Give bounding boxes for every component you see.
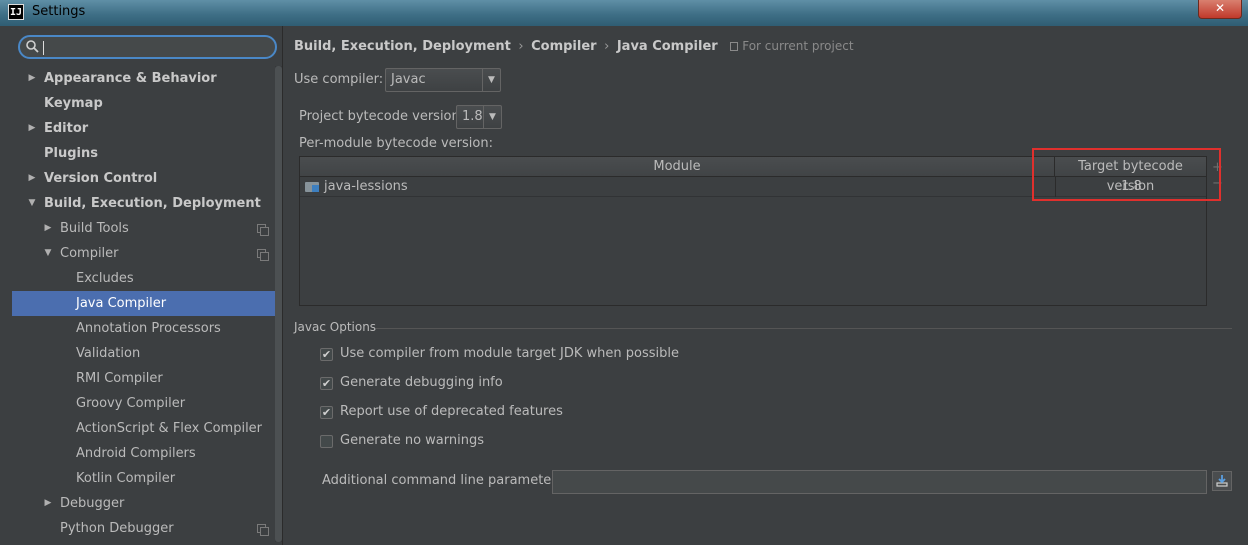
module-folder-icon [305, 182, 319, 192]
breadcrumb-compiler: Compiler [531, 39, 597, 54]
expand-arrow-icon[interactable]: ▶ [42, 491, 54, 516]
window-titlebar: IJ Settings ✕ [0, 0, 1248, 26]
breadcrumb: Build, Execution, Deployment › Compiler … [294, 39, 854, 54]
tree-item-label: Editor [44, 121, 89, 136]
checkmark-icon[interactable]: ✔ [320, 348, 333, 361]
tree-item-label: Validation [76, 346, 141, 361]
project-bytecode-value: 1.8 [462, 109, 483, 124]
tree-item-label: RMI Compiler [76, 371, 163, 386]
tree-item-label: Build, Execution, Deployment [44, 196, 261, 211]
window-close-button[interactable]: ✕ [1198, 0, 1242, 19]
per-module-label: Per-module bytecode version: [299, 136, 493, 151]
tree-item-label: ActionScript & Flex Compiler [76, 421, 263, 436]
expand-editor-button[interactable] [1212, 471, 1232, 491]
tree-item-build-tools[interactable]: ▶ Build Tools [12, 216, 275, 241]
expand-arrow-icon[interactable]: ▶ [42, 216, 54, 241]
tree-item-groovy-compiler[interactable]: Groovy Compiler [12, 391, 275, 416]
scope-label: For current project [742, 39, 854, 53]
checkbox-label: Generate no warnings [340, 433, 485, 448]
tree-item-rmi-compiler[interactable]: RMI Compiler [12, 366, 275, 391]
sidebar-scrollbar[interactable] [275, 66, 282, 542]
project-scope-icon [257, 524, 269, 536]
section-divider [376, 328, 1232, 329]
tree-item-label: Appearance & Behavior [44, 71, 217, 86]
project-scope-icon [257, 224, 269, 236]
project-bytecode-label: Project bytecode version: [299, 109, 465, 124]
collapse-arrow-icon[interactable]: ▼ [42, 241, 54, 266]
search-icon [26, 40, 39, 53]
java-compiler-panel: Build, Execution, Deployment › Compiler … [284, 26, 1248, 545]
tree-item-label: Excludes [76, 271, 134, 286]
tree-item-label: Version Control [44, 171, 158, 186]
tree-item-actionscript-flex-compiler[interactable]: ActionScript & Flex Compiler [12, 416, 275, 441]
project-scope-icon [257, 249, 269, 261]
tree-item-plugins[interactable]: Plugins [12, 141, 275, 166]
tree-item-label: Compiler [60, 246, 119, 261]
settings-search-input[interactable] [18, 35, 277, 59]
expand-icon [1216, 475, 1228, 487]
tree-item-compiler[interactable]: ▼ Compiler [12, 241, 275, 266]
scope-note: For current project [730, 39, 854, 53]
project-bytecode-select[interactable]: 1.8 ▼ [456, 105, 502, 129]
checkmark-icon[interactable]: ✔ [320, 377, 333, 390]
tree-item-annotation-processors[interactable]: Annotation Processors [12, 316, 275, 341]
tree-item-label: Annotation Processors [76, 321, 221, 336]
module-name-cell[interactable]: java-lessions [324, 177, 408, 197]
window-title: Settings [32, 4, 86, 19]
tree-item-python-debugger[interactable]: Python Debugger [12, 516, 275, 541]
tree-item-debugger[interactable]: ▶ Debugger [12, 491, 275, 516]
checkbox-label: Report use of deprecated features [340, 404, 563, 419]
text-caret [43, 41, 44, 55]
expand-arrow-icon[interactable]: ▶ [26, 166, 38, 191]
highlight-annotation-box [1032, 148, 1221, 201]
expand-arrow-icon[interactable]: ▶ [26, 66, 38, 91]
project-scope-icon [730, 42, 739, 51]
tree-item-version-control[interactable]: ▶ Version Control [12, 166, 275, 191]
expand-arrow-icon[interactable]: ▶ [26, 116, 38, 141]
tree-item-validation[interactable]: Validation [12, 341, 275, 366]
breadcrumb-build-execution-deployment: Build, Execution, Deployment [294, 39, 511, 54]
settings-sidebar: ▶ Appearance & Behavior Keymap ▶ Editor … [0, 26, 283, 545]
javac-options-title: Javac Options [294, 320, 377, 334]
tree-item-label: Plugins [44, 146, 98, 161]
chevron-down-icon[interactable]: ▼ [482, 69, 500, 91]
settings-tree: ▶ Appearance & Behavior Keymap ▶ Editor … [12, 66, 275, 541]
additional-params-label: Additional command line parameters: [322, 473, 568, 488]
tree-item-label: Keymap [44, 96, 103, 111]
tree-item-keymap[interactable]: Keymap [12, 91, 275, 116]
checkbox-label: Generate debugging info [340, 375, 503, 390]
tree-item-excludes[interactable]: Excludes [12, 266, 275, 291]
use-compiler-label: Use compiler: [294, 72, 384, 87]
tree-item-kotlin-compiler[interactable]: Kotlin Compiler [12, 466, 275, 491]
use-compiler-select[interactable]: Javac ▼ [385, 68, 501, 92]
tree-item-label: Build Tools [60, 221, 129, 236]
breadcrumb-separator: › [604, 39, 610, 54]
intellij-app-icon: IJ [8, 4, 24, 20]
tree-item-appearance-behavior[interactable]: ▶ Appearance & Behavior [12, 66, 275, 91]
breadcrumb-separator: › [518, 39, 524, 54]
breadcrumb-java-compiler: Java Compiler [616, 39, 718, 54]
tree-item-label: Kotlin Compiler [76, 471, 176, 486]
chevron-down-icon[interactable]: ▼ [483, 106, 501, 128]
tree-item-editor[interactable]: ▶ Editor [12, 116, 275, 141]
tree-item-android-compilers[interactable]: Android Compilers [12, 441, 275, 466]
tree-item-label: Groovy Compiler [76, 396, 186, 411]
use-compiler-value: Javac [391, 72, 426, 87]
scrollbar-thumb[interactable] [275, 66, 282, 542]
checkbox-label: Use compiler from module target JDK when… [340, 346, 679, 361]
unchecked-box-icon[interactable] [320, 435, 333, 448]
checkmark-icon[interactable]: ✔ [320, 406, 333, 419]
tree-item-label: Python Debugger [60, 521, 174, 536]
tree-item-label: Debugger [60, 496, 125, 511]
additional-params-input[interactable] [552, 470, 1207, 494]
tree-item-java-compiler[interactable]: Java Compiler [12, 291, 275, 316]
column-header-module[interactable]: Module [300, 157, 1055, 177]
tree-item-label: Java Compiler [76, 296, 167, 311]
collapse-arrow-icon[interactable]: ▼ [26, 191, 38, 216]
tree-item-label: Android Compilers [76, 446, 196, 461]
tree-item-build-execution-deployment[interactable]: ▼ Build, Execution, Deployment [12, 191, 275, 216]
